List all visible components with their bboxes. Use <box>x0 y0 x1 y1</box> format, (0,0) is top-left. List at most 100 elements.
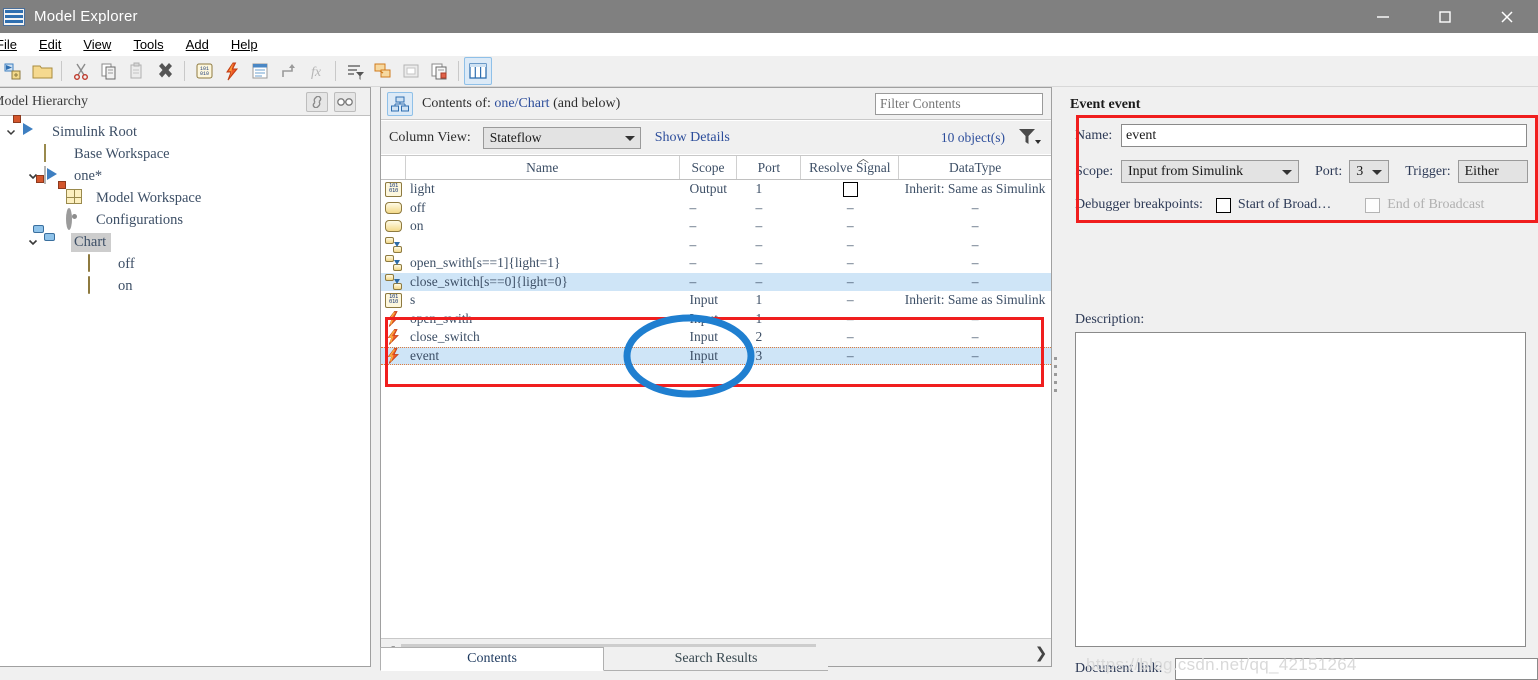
show-masked-icon[interactable] <box>397 57 425 85</box>
tree-item-simulink-root[interactable]: Simulink Root <box>0 115 370 143</box>
tree-item-chart[interactable]: Chart <box>0 225 370 253</box>
col-header-scope[interactable]: Scope <box>680 156 738 179</box>
svg-text:010: 010 <box>199 71 208 77</box>
row-datatype: – <box>971 310 979 326</box>
row-scope: Input <box>689 347 719 363</box>
row-resolve-signal: – <box>846 236 854 252</box>
filter-icon[interactable] <box>341 57 369 85</box>
col-header-resolve-signal-label: Resolve Signal <box>809 159 891 175</box>
tree-item-label: Simulink Root <box>52 123 138 140</box>
contents-header: Contents of: one/Chart (and below) <box>381 88 1051 120</box>
expand-chevron-icon[interactable] <box>22 237 44 247</box>
start-of-broadcast-checkbox[interactable] <box>1215 197 1231 213</box>
event-icon <box>381 329 406 346</box>
menu-file[interactable]: File <box>0 33 28 56</box>
col-header-resolve-signal[interactable]: ︿ Resolve Signal <box>801 153 900 179</box>
table-row[interactable]: 101 010 s Input 1 – Inherit: Same as Simu… <box>381 291 1051 310</box>
column-view-icon[interactable] <box>464 57 492 85</box>
name-input[interactable] <box>1121 124 1527 147</box>
checkbox-unchecked[interactable] <box>842 181 858 197</box>
show-links-icon[interactable] <box>369 57 397 85</box>
tab-contents[interactable]: Contents <box>380 647 604 671</box>
menu-add[interactable]: Add <box>175 33 220 56</box>
row-scope: – <box>689 199 697 215</box>
table-row[interactable]: 101 010 light Output 1 Inherit: Same as S… <box>381 180 1051 199</box>
panel-splitter[interactable] <box>1052 87 1060 667</box>
table-row[interactable]: event Input 3 – – <box>381 346 1051 365</box>
add-message-icon[interactable] <box>246 57 274 85</box>
paste-icon[interactable] <box>123 57 151 85</box>
menu-help[interactable]: Help <box>220 33 269 56</box>
add-data-icon[interactable]: 101 010 <box>190 57 218 85</box>
tree-item-off[interactable]: off <box>0 253 370 275</box>
description-textarea[interactable] <box>1075 332 1526 647</box>
add-event-icon[interactable] <box>218 57 246 85</box>
scope-value: Input from Simulink <box>1128 163 1244 179</box>
copy-icon[interactable] <box>95 57 123 85</box>
table-row[interactable]: open_swith Input 1 – – <box>381 310 1051 329</box>
tree-item-on[interactable]: on <box>0 275 370 297</box>
funnel-filter-icon[interactable] <box>1017 127 1041 152</box>
start-of-broadcast-label: Start of Broad… <box>1237 197 1332 212</box>
maximize-button[interactable] <box>1414 0 1476 33</box>
expand-chevron-icon[interactable] <box>0 127 22 137</box>
close-button[interactable] <box>1476 0 1538 33</box>
model-workspace-icon <box>58 181 86 207</box>
row-scope: Input <box>689 329 719 345</box>
contents-tabs: Contents Search Results <box>380 647 1052 671</box>
row-resolve-signal[interactable] <box>801 181 899 197</box>
transition-icon <box>381 273 406 290</box>
model-hierarchy-tree[interactable]: Simulink Root Base Workspace one* Model … <box>0 115 370 666</box>
cut-icon[interactable] <box>67 57 95 85</box>
contents-table: Name Scope Port ︿ Resolve Signal DataTyp… <box>381 153 1051 637</box>
state-icon <box>381 201 406 214</box>
watermark-text: https://blog.csdn.net/qq_42151264 <box>1086 655 1357 674</box>
port-select[interactable]: 3 <box>1349 160 1390 183</box>
row-resolve-signal: – <box>846 347 854 363</box>
tree-item-label: one* <box>74 167 103 184</box>
table-row[interactable]: close_switch[s==0]{light=0} – – – – <box>381 272 1051 291</box>
end-of-broadcast-label: End of Broadcast <box>1387 197 1485 212</box>
menu-tools[interactable]: Tools <box>122 33 174 56</box>
table-row[interactable]: – – – – <box>381 236 1051 255</box>
filter-contents-input[interactable] <box>875 93 1043 115</box>
link-icon[interactable] <box>306 92 328 112</box>
add-state-transition-icon[interactable] <box>274 57 302 85</box>
menu-view[interactable]: View <box>72 33 122 56</box>
add-function-icon[interactable]: fx <box>302 57 330 85</box>
tree-item-base-workspace[interactable]: Base Workspace <box>0 143 370 165</box>
contents-prefix: Contents of: <box>422 95 491 111</box>
minimize-button[interactable] <box>1352 0 1414 33</box>
row-port: 2 <box>755 329 763 345</box>
row-port: – <box>755 255 763 271</box>
table-row[interactable]: off – – – – <box>381 199 1051 218</box>
tab-search-results[interactable]: Search Results <box>604 647 828 671</box>
col-header-name[interactable]: Name <box>406 156 680 179</box>
copy-properties-icon[interactable] <box>425 57 453 85</box>
column-view-select[interactable]: Stateflow <box>482 126 641 149</box>
open-folder-icon[interactable] <box>28 57 56 85</box>
tree-item-configurations[interactable]: Configurations <box>0 208 370 231</box>
scope-select[interactable]: Input from Simulink <box>1121 160 1299 183</box>
col-header-port[interactable]: Port <box>737 156 802 179</box>
sort-ascending-icon: ︿ <box>857 153 869 165</box>
menu-edit[interactable]: Edit <box>28 33 72 56</box>
show-details-link[interactable]: Show Details <box>655 130 730 146</box>
event-icon <box>381 310 406 327</box>
glasses-icon[interactable] <box>334 92 356 112</box>
tree-item-one[interactable]: one* <box>0 165 370 187</box>
row-name: open_swith[s==1]{light=1} <box>409 255 561 271</box>
delete-icon[interactable] <box>151 57 179 85</box>
tree-item-model-workspace[interactable]: Model Workspace <box>0 181 370 209</box>
contents-path: one/Chart <box>494 95 550 111</box>
new-model-icon[interactable] <box>0 57 28 85</box>
table-row[interactable]: open_swith[s==1]{light=1} – – – – <box>381 254 1051 273</box>
table-row[interactable]: close_switch Input 2 – – <box>381 328 1051 347</box>
table-row[interactable]: on – – – – <box>381 217 1051 236</box>
menu-tools-label: Tools <box>133 37 164 52</box>
state-icon <box>88 276 108 295</box>
col-header-datatype[interactable]: DataType <box>899 156 1051 179</box>
trigger-select[interactable]: Either <box>1457 160 1528 183</box>
object-count-label: 10 object(s) <box>940 129 1005 145</box>
contents-icon <box>387 91 413 116</box>
